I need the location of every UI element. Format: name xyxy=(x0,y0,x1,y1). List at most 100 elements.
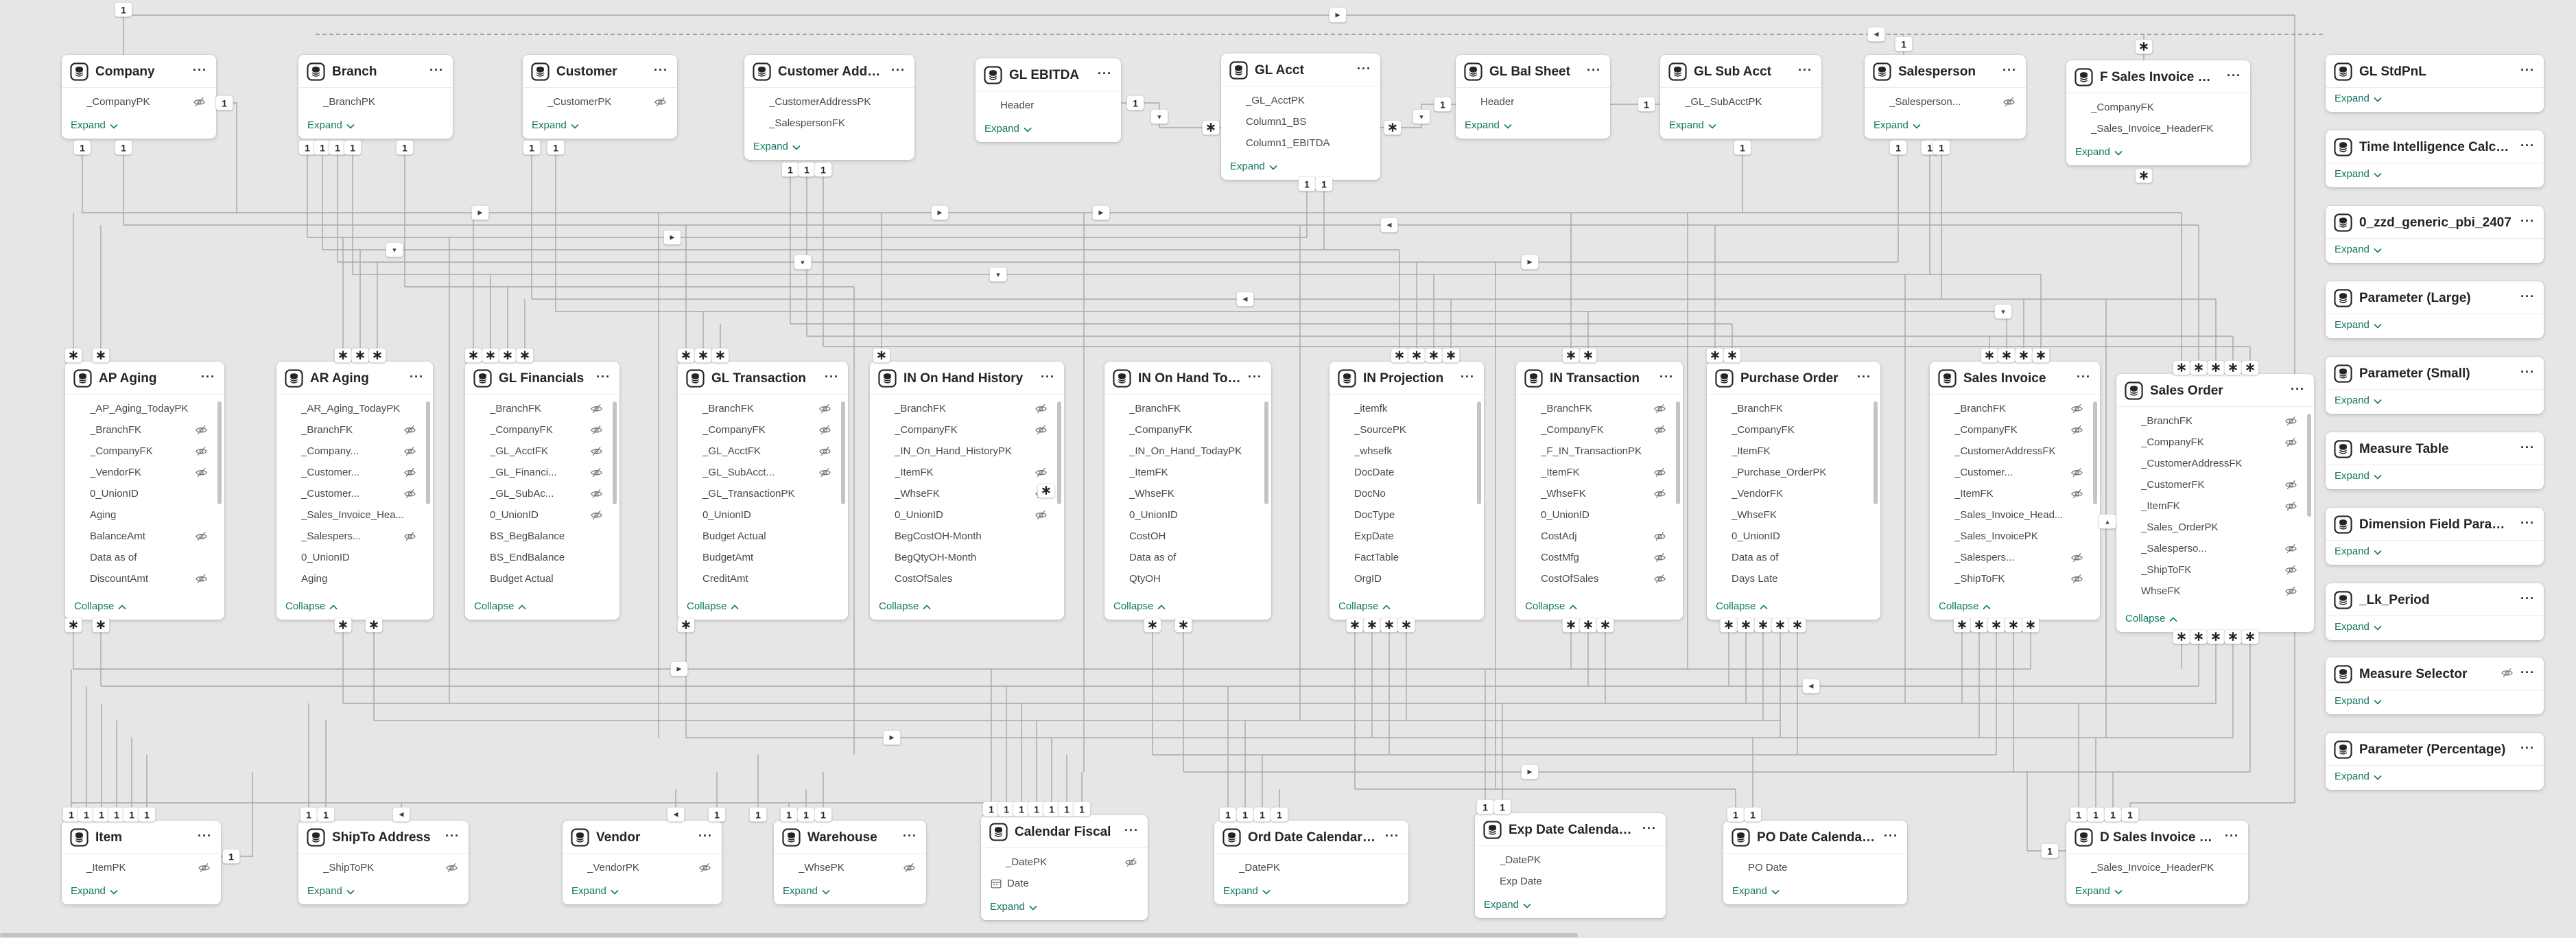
eye-off-icon[interactable] xyxy=(818,423,831,436)
relationship-arrow-right[interactable]: ▶ xyxy=(1330,8,1347,23)
eye-off-icon[interactable] xyxy=(1124,856,1137,869)
cardinality-one-badge[interactable]: 1 xyxy=(1745,808,1762,822)
field-row[interactable]: Column1_EBITDA xyxy=(1221,132,1380,154)
table-header[interactable]: IN On Hand History··· xyxy=(870,362,1064,395)
table-card-salesperson[interactable]: Salesperson···_Salesperson...Expand xyxy=(1865,55,2026,139)
field-row[interactable]: CostAdj xyxy=(1516,526,1683,547)
eye-off-icon[interactable] xyxy=(193,95,206,108)
cardinality-many-badge[interactable]: ∗ xyxy=(1772,618,1789,633)
table-header[interactable]: D Sales Invoice Header··· xyxy=(2066,821,2248,854)
eye-off-icon[interactable] xyxy=(590,487,603,500)
table-header[interactable]: ShipTo Address··· xyxy=(298,821,469,854)
field-row[interactable]: Header xyxy=(976,95,1121,116)
cardinality-many-badge[interactable]: ∗ xyxy=(93,618,110,633)
cardinality-one-badge[interactable]: 1 xyxy=(139,808,156,822)
field-row[interactable]: _Sales_Invoice_Hea... xyxy=(276,504,433,526)
more-options-button[interactable]: ··· xyxy=(193,66,207,78)
field-row[interactable]: WhseFK xyxy=(2116,581,2314,602)
cardinality-many-badge[interactable]: ∗ xyxy=(695,349,712,363)
field-row[interactable]: _CompanyFK xyxy=(1516,419,1683,441)
eye-off-icon[interactable] xyxy=(590,466,603,479)
field-row[interactable]: _WhseFK xyxy=(870,483,1064,504)
more-options-button[interactable]: ··· xyxy=(698,832,713,844)
relationship-arrow-down[interactable]: ▼ xyxy=(1413,110,1430,124)
relationship-arrow-left[interactable]: ◀ xyxy=(1803,679,1820,694)
relationship-arrow-right[interactable]: ▶ xyxy=(1093,206,1110,220)
field-row[interactable]: FactTable xyxy=(1330,547,1484,568)
field-row[interactable]: _Customer... xyxy=(1930,462,2100,483)
more-options-button[interactable]: ··· xyxy=(2520,668,2535,681)
more-options-button[interactable]: ··· xyxy=(891,66,906,78)
cardinality-many-badge[interactable]: ∗ xyxy=(2190,361,2208,375)
cardinality-one-badge[interactable]: 1 xyxy=(1895,37,1913,51)
more-options-button[interactable]: ··· xyxy=(1041,373,1055,385)
field-row[interactable]: Data as of xyxy=(1707,547,1880,568)
table-card-ord-date-calendar-fis[interactable]: Ord Date Calendar Fis...···_DatePKExpand xyxy=(1214,821,1408,904)
cardinality-one-badge[interactable]: 1 xyxy=(2088,808,2105,822)
expand-toggle[interactable]: Expand xyxy=(1484,899,1531,911)
eye-off-icon[interactable] xyxy=(195,572,208,585)
table-header[interactable]: Vendor··· xyxy=(563,821,722,854)
cardinality-many-badge[interactable]: ∗ xyxy=(2208,361,2225,375)
more-options-button[interactable]: ··· xyxy=(2225,832,2239,844)
cardinality-many-badge[interactable]: ∗ xyxy=(465,349,482,363)
table-card-parameter-large[interactable]: Parameter (Large)···Expand xyxy=(2326,281,2544,338)
cardinality-one-badge[interactable]: 1 xyxy=(1890,141,1907,155)
eye-off-icon[interactable] xyxy=(903,861,916,874)
cardinality-many-badge[interactable]: ∗ xyxy=(1789,618,1806,633)
more-options-button[interactable]: ··· xyxy=(596,373,611,385)
cardinality-many-badge[interactable]: ∗ xyxy=(499,349,517,363)
eye-off-icon[interactable] xyxy=(2070,487,2083,500)
eye-off-icon[interactable] xyxy=(1653,572,1666,585)
table-card-dimension-field-param[interactable]: Dimension Field Param...···Expand xyxy=(2326,508,2544,565)
cardinality-many-badge[interactable]: ∗ xyxy=(2225,630,2242,644)
relationship-arrow-right[interactable]: ▶ xyxy=(932,206,949,220)
field-row[interactable]: _BranchFK xyxy=(65,419,224,441)
field-row[interactable]: _Sales_Invoice_HeaderFK xyxy=(2066,118,2250,139)
collapse-toggle[interactable]: Collapse xyxy=(1338,600,1391,612)
table-card-vendor[interactable]: Vendor···_VendorPKExpand xyxy=(563,821,722,904)
collapse-toggle[interactable]: Collapse xyxy=(2125,613,2177,624)
expand-toggle[interactable]: Expand xyxy=(2075,885,2123,897)
table-card-customer[interactable]: Customer···_CustomerPKExpand xyxy=(523,55,677,139)
more-options-button[interactable]: ··· xyxy=(1248,373,1262,385)
relationship-arrow-left[interactable]: ◀ xyxy=(1237,292,1254,307)
expand-toggle[interactable]: Expand xyxy=(307,119,355,131)
relationship-arrow-right[interactable]: ▶ xyxy=(1522,765,1539,779)
cardinality-many-badge[interactable]: ∗ xyxy=(2190,630,2208,644)
field-row[interactable]: Budget Actual xyxy=(678,526,848,547)
field-row[interactable]: _Customer... xyxy=(276,483,433,504)
more-options-button[interactable]: ··· xyxy=(198,832,212,844)
more-options-button[interactable]: ··· xyxy=(1642,824,1657,836)
cardinality-many-badge[interactable]: ∗ xyxy=(2022,618,2040,633)
expand-toggle[interactable]: Expand xyxy=(2335,244,2382,255)
cardinality-many-badge[interactable]: ∗ xyxy=(1364,618,1381,633)
more-options-button[interactable]: ··· xyxy=(2227,71,2241,84)
cardinality-many-badge[interactable]: ∗ xyxy=(1384,121,1402,135)
field-row[interactable]: _CustomerPK xyxy=(523,91,677,113)
field-row[interactable]: _BranchPK xyxy=(298,91,453,113)
table-card-in-transaction[interactable]: IN Transaction···_BranchFK_CompanyFK_F_I… xyxy=(1516,362,1683,620)
expand-toggle[interactable]: Expand xyxy=(307,885,355,897)
field-row[interactable]: _Sales_OrderPK xyxy=(2116,517,2314,538)
relationship-arrow-down[interactable]: ▼ xyxy=(794,255,812,270)
cardinality-many-badge[interactable]: ∗ xyxy=(1144,618,1161,633)
cardinality-one-badge[interactable]: 1 xyxy=(318,808,335,822)
eye-off-icon[interactable] xyxy=(445,861,458,874)
eye-off-icon[interactable] xyxy=(818,402,831,415)
table-header[interactable]: Time Intelligence Calcul...··· xyxy=(2326,130,2544,163)
eye-off-icon[interactable] xyxy=(2501,666,2514,683)
eye-off-icon[interactable] xyxy=(195,445,208,458)
cardinality-one-badge[interactable]: 1 xyxy=(750,808,767,822)
field-row[interactable]: BegQtyOH-Month xyxy=(870,547,1064,568)
table-card-sales-order[interactable]: Sales Order···_BranchFK_CompanyFK_Custom… xyxy=(2116,374,2314,632)
more-options-button[interactable]: ··· xyxy=(2520,292,2535,305)
field-row[interactable]: _ItemFK xyxy=(870,462,1064,483)
field-row[interactable]: _VendorFK xyxy=(1707,483,1880,504)
relationship-arrow-up[interactable]: ▲ xyxy=(2099,515,2116,529)
field-row[interactable]: _GL_AcctFK xyxy=(465,441,619,462)
table-card-ap-aging[interactable]: AP Aging···_AP_Aging_TodayPK_BranchFK_Co… xyxy=(65,362,224,620)
more-options-button[interactable]: ··· xyxy=(1357,65,1371,77)
expand-toggle[interactable]: Expand xyxy=(2335,168,2382,180)
cardinality-many-badge[interactable]: ∗ xyxy=(2173,361,2190,375)
